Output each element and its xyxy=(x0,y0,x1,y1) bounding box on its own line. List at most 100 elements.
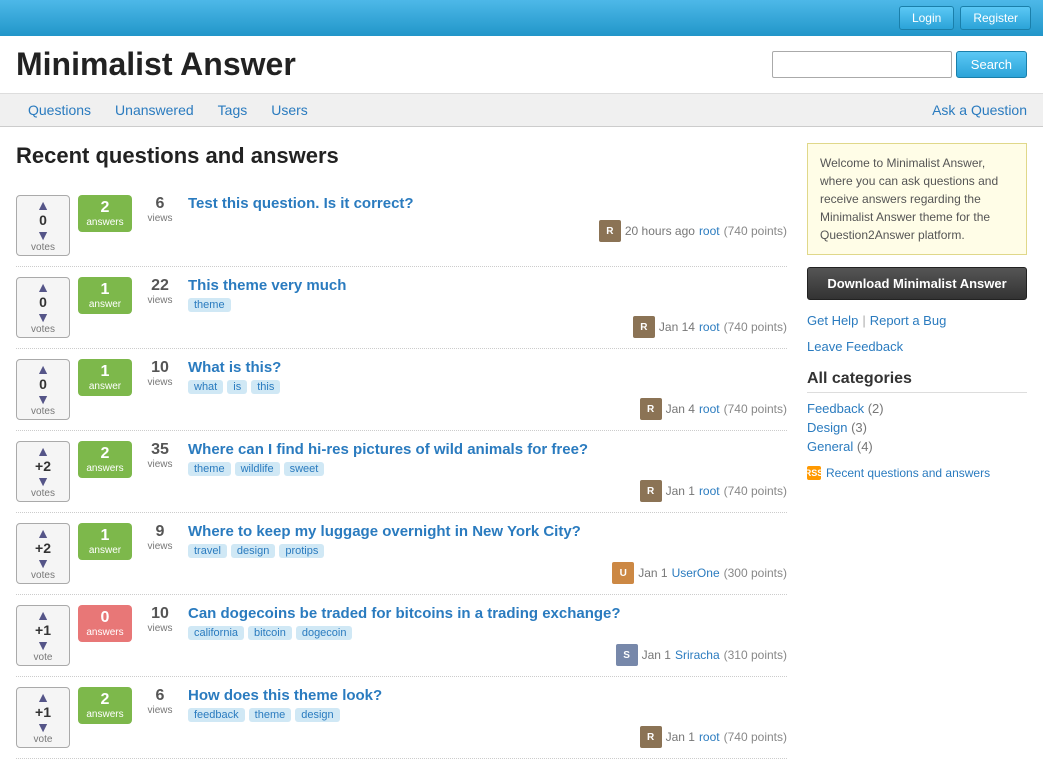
vote-up-icon[interactable]: ▲ xyxy=(36,280,50,294)
avatar-img: S xyxy=(616,644,638,666)
nav-unanswered[interactable]: Unanswered xyxy=(103,94,206,126)
avatar: R xyxy=(640,398,662,420)
get-help-link[interactable]: Get Help xyxy=(807,313,858,328)
meta-user[interactable]: root xyxy=(699,730,720,744)
votes-label: votes xyxy=(31,324,55,335)
rss-link[interactable]: RSS Recent questions and answers xyxy=(807,466,1027,480)
tag[interactable]: this xyxy=(251,380,280,394)
meta-time: Jan 14 xyxy=(659,320,695,334)
leave-feedback-link[interactable]: Leave Feedback xyxy=(807,339,903,354)
tag[interactable]: feedback xyxy=(188,708,245,722)
tag[interactable]: wildlife xyxy=(235,462,280,476)
votes-count: +1 xyxy=(35,622,51,638)
tag[interactable]: design xyxy=(231,544,275,558)
answers-box: 1 answer xyxy=(78,523,132,560)
register-button[interactable]: Register xyxy=(960,6,1031,30)
meta-time: Jan 4 xyxy=(666,402,695,416)
question-item: ▲ +1 ▼ vote 0 answers 10 views Can dogec… xyxy=(16,595,787,677)
category-link[interactable]: General xyxy=(807,439,853,454)
vote-up-icon[interactable]: ▲ xyxy=(36,362,50,376)
tag[interactable]: protips xyxy=(279,544,324,558)
meta-user[interactable]: root xyxy=(699,402,720,416)
votes-box: ▲ +1 ▼ vote xyxy=(16,687,70,748)
report-bug-link[interactable]: Report a Bug xyxy=(870,313,947,328)
question-title[interactable]: Where can I find hi-res pictures of wild… xyxy=(188,441,787,458)
category-link[interactable]: Design xyxy=(807,420,847,435)
vote-up-icon[interactable]: ▲ xyxy=(36,690,50,704)
avatar: R xyxy=(640,726,662,748)
question-title[interactable]: Can dogecoins be traded for bitcoins in … xyxy=(188,605,787,622)
question-item: ▲ +1 ▼ vote 2 answers 6 views How does t… xyxy=(16,677,787,759)
tag[interactable]: sweet xyxy=(284,462,325,476)
top-bar: Login Register xyxy=(0,0,1043,36)
question-item: ▲ 0 ▼ votes 1 answer 10 views What is th… xyxy=(16,349,787,431)
category-link[interactable]: Feedback xyxy=(807,401,864,416)
ask-question-link[interactable]: Ask a Question xyxy=(932,94,1027,126)
avatar: S xyxy=(616,644,638,666)
categories-list: Feedback (2)Design (3)General (4) xyxy=(807,401,1027,454)
answers-count: 1 xyxy=(101,281,110,299)
vote-down-icon[interactable]: ▼ xyxy=(36,638,50,652)
answers-box: 2 answers xyxy=(78,441,132,478)
vote-up-icon[interactable]: ▲ xyxy=(36,198,50,212)
meta-user[interactable]: root xyxy=(699,320,720,334)
tag[interactable]: theme xyxy=(249,708,292,722)
avatar-img: R xyxy=(633,316,655,338)
avatar: R xyxy=(633,316,655,338)
meta-user[interactable]: root xyxy=(699,224,720,238)
nav-questions[interactable]: Questions xyxy=(16,94,103,126)
nav-users[interactable]: Users xyxy=(259,94,320,126)
vote-down-icon[interactable]: ▼ xyxy=(36,228,50,242)
meta-user[interactable]: root xyxy=(699,484,720,498)
vote-down-icon[interactable]: ▼ xyxy=(36,720,50,734)
views-box: 10 views xyxy=(140,605,180,634)
views-box: 6 views xyxy=(140,195,180,224)
meta-user[interactable]: UserOne xyxy=(672,566,720,580)
answers-box: 0 answers xyxy=(78,605,132,642)
question-title[interactable]: Where to keep my luggage overnight in Ne… xyxy=(188,523,787,540)
vote-up-icon[interactable]: ▲ xyxy=(36,444,50,458)
question-title[interactable]: How does this theme look? xyxy=(188,687,787,704)
question-tags: feedback themedesign xyxy=(188,708,787,722)
vote-down-icon[interactable]: ▼ xyxy=(36,556,50,570)
views-count: 35 xyxy=(151,441,169,459)
vote-up-icon[interactable]: ▲ xyxy=(36,608,50,622)
tag[interactable]: theme xyxy=(188,462,231,476)
search-input[interactable] xyxy=(772,51,952,78)
tag[interactable]: dogecoin xyxy=(296,626,353,640)
tag[interactable]: design xyxy=(295,708,339,722)
question-title[interactable]: This theme very much xyxy=(188,277,787,294)
views-count: 9 xyxy=(156,523,165,541)
tag[interactable]: is xyxy=(227,380,247,394)
avatar-img: R xyxy=(640,480,662,502)
question-title[interactable]: What is this? xyxy=(188,359,787,376)
vote-down-icon[interactable]: ▼ xyxy=(36,392,50,406)
question-meta: R Jan 14 root (740 points) xyxy=(188,316,787,338)
tag[interactable]: travel xyxy=(188,544,227,558)
vote-down-icon[interactable]: ▼ xyxy=(36,474,50,488)
search-button[interactable]: Search xyxy=(956,51,1027,78)
question-title[interactable]: Test this question. Is it correct? xyxy=(188,195,787,212)
avatar-img: R xyxy=(599,220,621,242)
download-button[interactable]: Download Minimalist Answer xyxy=(807,267,1027,300)
vote-down-icon[interactable]: ▼ xyxy=(36,310,50,324)
votes-box: ▲ +2 ▼ votes xyxy=(16,441,70,502)
views-label: views xyxy=(147,377,172,388)
question-item: ▲ +2 ▼ votes 2 answers 35 views Where ca… xyxy=(16,431,787,513)
answers-label: answer xyxy=(89,545,121,556)
meta-user[interactable]: Sriracha xyxy=(675,648,720,662)
tag[interactable]: theme xyxy=(188,298,231,312)
tag[interactable]: what xyxy=(188,380,223,394)
tag[interactable]: bitcoin xyxy=(248,626,292,640)
category-item: Design (3) xyxy=(807,420,1027,435)
answers-label: answer xyxy=(89,381,121,392)
question-body: Where can I find hi-res pictures of wild… xyxy=(188,441,787,502)
votes-box: ▲ 0 ▼ votes xyxy=(16,359,70,420)
rss-icon: RSS xyxy=(807,466,821,480)
avatar: U xyxy=(612,562,634,584)
category-count: (4) xyxy=(857,439,873,454)
nav-tags[interactable]: Tags xyxy=(206,94,260,126)
login-button[interactable]: Login xyxy=(899,6,954,30)
tag[interactable]: california xyxy=(188,626,244,640)
vote-up-icon[interactable]: ▲ xyxy=(36,526,50,540)
